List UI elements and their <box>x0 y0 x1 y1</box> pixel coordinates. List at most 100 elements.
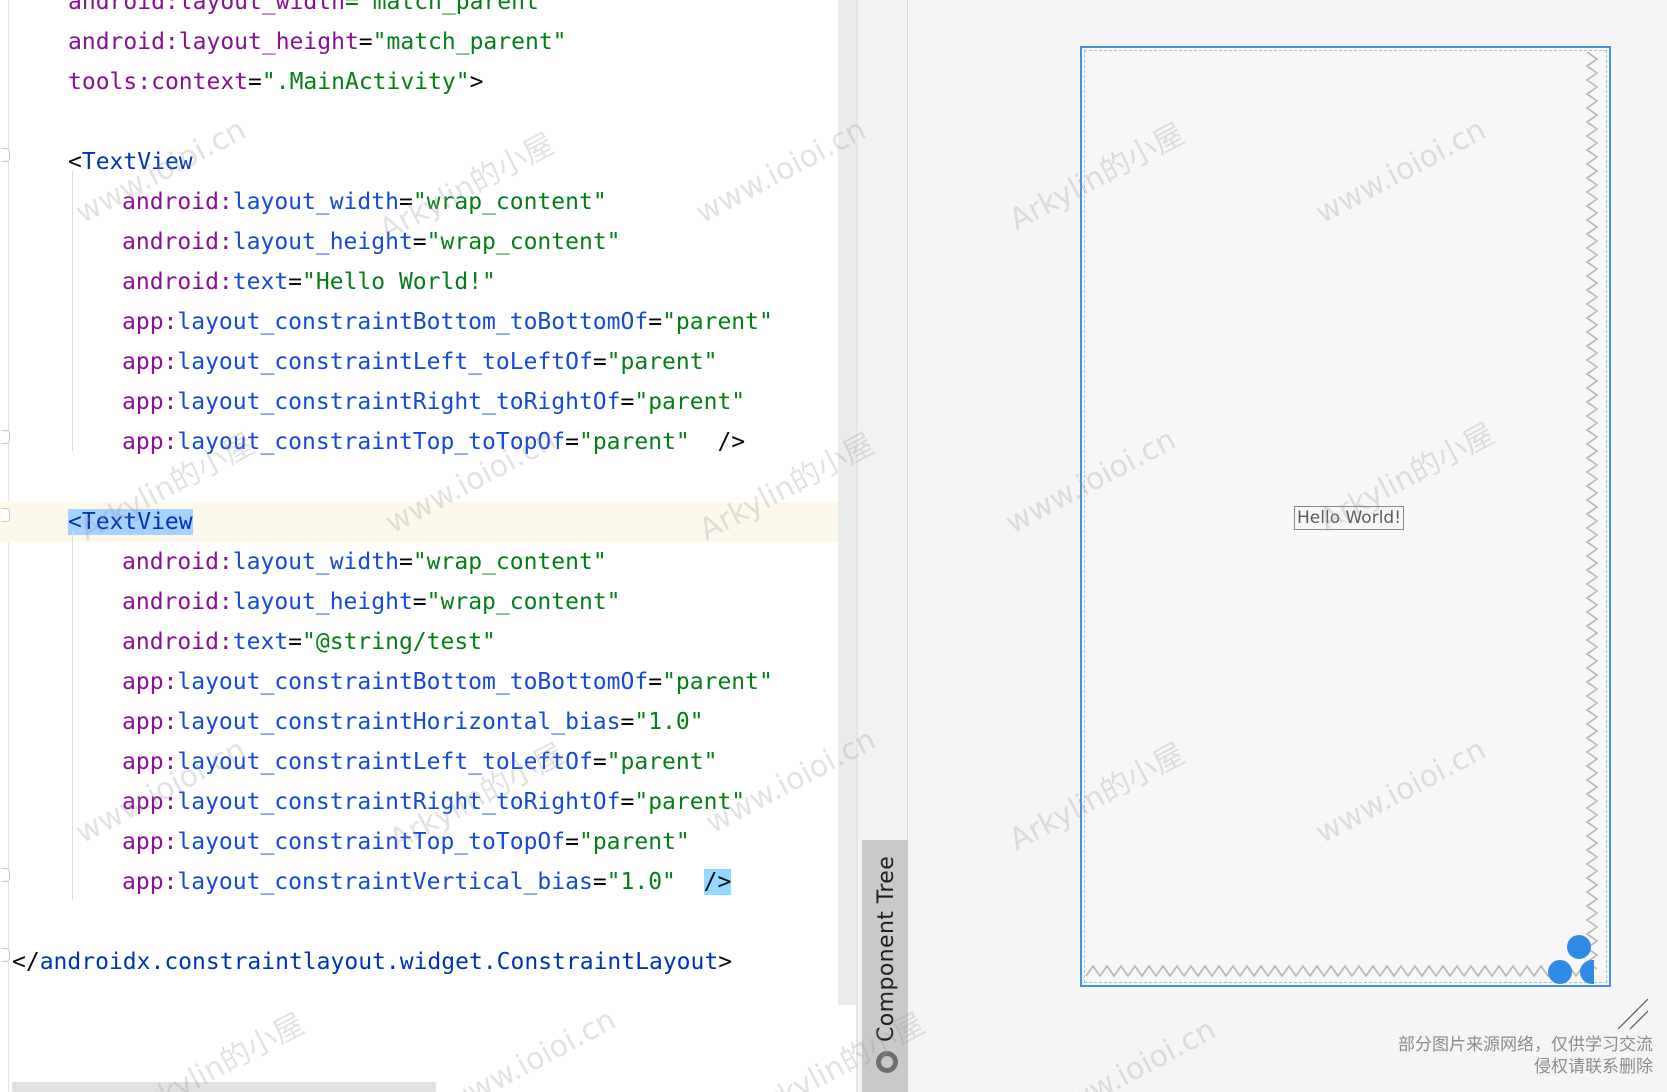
code-token: layout_constraintLeft_toLeftOf <box>177 749 593 775</box>
code-line[interactable]: android:layout_width="wrap_content" <box>0 542 607 582</box>
copyright-note: 部分图片来源网络，仅供学习交流 侵权请联系删除 <box>1398 1034 1653 1078</box>
code-line[interactable]: android:text="@string/test" <box>0 622 496 662</box>
code-token: app: <box>122 309 178 335</box>
code-token: "parent" <box>634 789 746 815</box>
code-token: layout_constraintLeft_toLeftOf <box>177 349 593 375</box>
code-line[interactable]: app:layout_constraintBottom_toBottomOf="… <box>0 302 773 342</box>
code-token: ="match_parent" <box>344 0 553 15</box>
code-editor[interactable]: android:layout_width="match_parent" andro… <box>0 0 838 1092</box>
code-token: tools: <box>68 69 152 95</box>
code-token: layout_constraintHorizontal_bias <box>177 709 621 735</box>
code-token: "wrap_content" <box>412 189 607 215</box>
code-token: app: <box>122 669 178 695</box>
component-tree-tab-label[interactable]: Component Tree <box>874 856 899 1042</box>
hello-world-textview[interactable]: Hello World! <box>1294 506 1405 530</box>
code-line[interactable]: android:text="Hello World!" <box>0 262 496 302</box>
code-token: "@string/test" <box>302 629 496 655</box>
code-line[interactable]: android:layout_height="wrap_content" <box>0 222 621 262</box>
code-line[interactable]: android:layout_height="wrap_content" <box>0 582 621 622</box>
code-token: "1.0" <box>634 709 704 735</box>
code-token: android: <box>122 589 233 615</box>
code-token: = <box>620 789 635 815</box>
fold-marker[interactable] <box>2 868 10 882</box>
code-line[interactable]: app:layout_constraintRight_toRightOf="pa… <box>0 782 745 822</box>
code-token: app: <box>122 709 178 735</box>
code-line[interactable]: app:layout_constraintBottom_toBottomOf="… <box>0 662 773 702</box>
code-token: "wrap_content" <box>426 589 621 615</box>
code-token: "match_parent" <box>372 29 567 55</box>
editor-horizontal-scrollbar[interactable] <box>12 1082 436 1092</box>
code-line[interactable]: android:layout_width="match_parent" <box>0 0 553 22</box>
copyright-note-line1: 部分图片来源网络，仅供学习交流 <box>1398 1035 1653 1055</box>
code-token: app: <box>122 349 178 375</box>
code-token: "parent" <box>578 429 690 455</box>
code-line[interactable]: <TextView <box>0 142 193 182</box>
code-token: </ <box>12 949 40 975</box>
code-token: layout_width <box>232 189 399 215</box>
code-token: "1.0" <box>606 869 676 895</box>
code-token: = <box>288 629 303 655</box>
globe-icon <box>876 1051 898 1073</box>
fold-marker[interactable] <box>2 430 10 444</box>
code-line[interactable]: android:layout_height="match_parent" <box>0 22 567 62</box>
code-token: = <box>620 709 635 735</box>
code-line[interactable]: app:layout_constraintTop_toTopOf="parent… <box>0 822 690 862</box>
code-token: text <box>232 629 289 655</box>
code-line[interactable] <box>0 462 68 502</box>
code-token: layout_constraintTop_toTopOf <box>177 829 566 855</box>
code-token: text <box>232 269 289 295</box>
fold-marker[interactable] <box>2 508 10 522</box>
code-token: android: <box>68 0 179 15</box>
code-line[interactable] <box>0 102 68 142</box>
code-token: /> <box>703 869 732 895</box>
code-line[interactable] <box>0 902 68 942</box>
code-line[interactable]: app:layout_constraintRight_toRightOf="pa… <box>0 382 745 422</box>
code-line[interactable]: </androidx.constraintlayout.widget.Const… <box>0 942 732 982</box>
code-token: = <box>592 349 607 375</box>
code-token: "parent" <box>606 749 718 775</box>
code-token: <TextView <box>68 509 193 535</box>
code-token: = <box>565 829 579 855</box>
code-token: layout_width <box>178 0 345 15</box>
indent-guide <box>72 531 73 900</box>
code-token: "parent" <box>662 309 773 335</box>
copyright-note-line2: 侵权请联系删除 <box>1534 1057 1653 1077</box>
code-token: layout_constraintTop_toTopOf <box>177 429 566 455</box>
code-token: = <box>592 749 607 775</box>
code-line[interactable]: app:layout_constraintHorizontal_bias="1.… <box>0 702 704 742</box>
code-token: app: <box>122 389 178 415</box>
code-token: = <box>398 189 413 215</box>
indent-guide <box>72 171 73 451</box>
vertical-constraint-spring <box>1585 52 1599 970</box>
code-token: layout_constraintBottom_toBottomOf <box>177 309 649 335</box>
code-token: layout_constraintBottom_toBottomOf <box>177 669 649 695</box>
code-token: = <box>412 589 427 615</box>
code-token: TextView <box>81 149 193 175</box>
code-token: android: <box>122 269 233 295</box>
code-token: layout_height <box>232 589 413 615</box>
code-line[interactable]: android:layout_width="wrap_content" <box>0 182 607 222</box>
editor-vertical-scrollbar[interactable] <box>838 0 856 1005</box>
code-token: app: <box>122 749 178 775</box>
code-token: android: <box>122 229 233 255</box>
code-token: /> <box>689 429 746 455</box>
code-token: context <box>151 69 249 95</box>
code-line[interactable]: app:layout_constraintVertical_bias="1.0"… <box>0 862 732 902</box>
code-line[interactable]: app:layout_constraintLeft_toLeftOf="pare… <box>0 342 717 382</box>
fold-marker[interactable] <box>2 948 10 962</box>
code-token: android: <box>68 29 179 55</box>
code-token: layout_height <box>232 229 413 255</box>
code-line[interactable]: app:layout_constraintLeft_toLeftOf="pare… <box>0 742 717 782</box>
code-token: "parent" <box>578 829 690 855</box>
fold-marker[interactable] <box>2 148 10 162</box>
code-line[interactable]: <TextView <box>0 502 838 542</box>
code-token: "Hello World!" <box>302 269 496 295</box>
constraint-anchor-left[interactable] <box>1548 960 1572 984</box>
resize-grip-icon[interactable] <box>1614 995 1650 1031</box>
code-line[interactable]: tools:context=".MainActivity"> <box>0 62 483 102</box>
code-token: layout_width <box>232 549 399 575</box>
code-token: layout_height <box>178 29 359 55</box>
code-line[interactable]: app:layout_constraintTop_toTopOf="parent… <box>0 422 745 462</box>
code-token: androidx.constraintlayout.widget.Constra… <box>39 949 719 975</box>
constraint-anchor-top[interactable] <box>1567 935 1591 959</box>
